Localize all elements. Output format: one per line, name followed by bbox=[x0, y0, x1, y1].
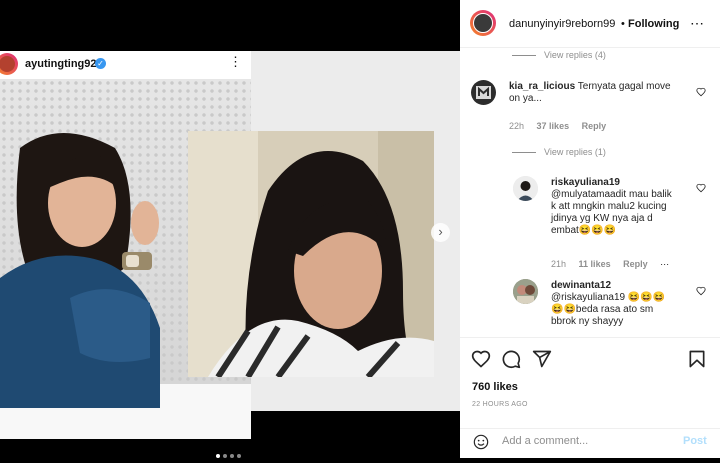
likes-count[interactable]: 760 likes bbox=[472, 381, 518, 393]
comment-time[interactable]: 22h bbox=[509, 121, 524, 131]
comment-icon[interactable] bbox=[501, 349, 521, 369]
comment-username[interactable]: dewinanta12 bbox=[551, 280, 611, 291]
view-replies-button[interactable]: View replies (4) bbox=[512, 50, 606, 60]
comments-list[interactable]: View replies (4) kia_ra_licious Ternyata… bbox=[460, 48, 720, 336]
carousel-dot bbox=[229, 454, 234, 458]
paper-plane-icon[interactable] bbox=[532, 349, 552, 369]
reply-button[interactable]: Reply bbox=[582, 121, 607, 131]
comment-username[interactable]: kia_ra_licious bbox=[509, 81, 575, 92]
reply-button[interactable]: Reply bbox=[623, 259, 648, 269]
embedded-post-header: ayutingting92 ✓ ⋮ bbox=[0, 51, 251, 79]
post-actions: 760 likes 22 HOURS AGO bbox=[460, 337, 720, 432]
verified-icon: ✓ bbox=[95, 58, 106, 69]
avatar[interactable] bbox=[0, 53, 18, 75]
person-photo-left bbox=[0, 133, 160, 408]
comment-time[interactable]: 21h bbox=[551, 259, 566, 269]
carousel-next-button[interactable]: › bbox=[431, 223, 450, 242]
avatar[interactable] bbox=[470, 10, 496, 36]
add-comment-bar: Post bbox=[460, 428, 720, 459]
comment-text: dewinanta12 @riskayuliana19 😆😆😆 😆😆beda r… bbox=[551, 280, 666, 327]
comment-meta: 22h 37 likes Reply bbox=[509, 121, 616, 131]
view-replies-button[interactable]: View replies (1) bbox=[512, 147, 606, 157]
carousel-dots bbox=[214, 445, 242, 463]
comment-text: kia_ra_licious Ternyata gagal move on ya… bbox=[509, 81, 671, 104]
comment-text: riskayuliana19 @mulyatamaadit mau balik … bbox=[551, 177, 672, 236]
carousel-dot bbox=[222, 454, 227, 458]
avatar[interactable] bbox=[513, 176, 538, 201]
view-replies-label: View replies (4) bbox=[544, 50, 606, 60]
panel-header: danunyinyir9reborn99 • Following ⋯ bbox=[460, 0, 720, 48]
post-username[interactable]: ayutingting92 bbox=[25, 58, 97, 70]
view-replies-label: View replies (1) bbox=[544, 147, 606, 157]
header-username[interactable]: danunyinyir9reborn99 bbox=[509, 18, 615, 30]
heart-icon[interactable] bbox=[696, 286, 706, 296]
avatar[interactable] bbox=[513, 279, 538, 304]
carousel-dot-active bbox=[215, 454, 220, 458]
post-timestamp[interactable]: 22 HOURS AGO bbox=[472, 401, 528, 408]
post-side-panel: danunyinyir9reborn99 • Following ⋯ View … bbox=[460, 0, 720, 458]
header-separator: • bbox=[621, 18, 625, 30]
more-options-icon[interactable]: ⋯ bbox=[690, 15, 704, 32]
smiley-icon[interactable] bbox=[473, 434, 489, 450]
post-media[interactable]: ayutingting92 ✓ ⋮ › bbox=[0, 0, 460, 458]
comment-input[interactable] bbox=[502, 435, 672, 447]
heart-icon[interactable] bbox=[696, 183, 706, 193]
comment-username[interactable]: riskayuliana19 bbox=[551, 177, 620, 188]
more-options-icon[interactable]: ⋮ bbox=[229, 55, 242, 69]
heart-icon[interactable] bbox=[696, 87, 706, 97]
following-button[interactable]: Following bbox=[628, 18, 679, 30]
comment-meta: 21h 11 likes Reply ⋯ bbox=[551, 259, 679, 270]
comment-likes[interactable]: 37 likes bbox=[537, 121, 570, 131]
post-comment-button[interactable]: Post bbox=[683, 435, 707, 447]
comment-options-icon[interactable]: ⋯ bbox=[660, 259, 669, 269]
heart-icon[interactable] bbox=[471, 349, 491, 369]
bookmark-icon[interactable] bbox=[687, 349, 707, 369]
avatar[interactable] bbox=[471, 80, 496, 105]
carousel-dot bbox=[236, 454, 241, 458]
comment-likes[interactable]: 11 likes bbox=[579, 259, 611, 269]
inset-selfie-photo bbox=[188, 131, 434, 377]
